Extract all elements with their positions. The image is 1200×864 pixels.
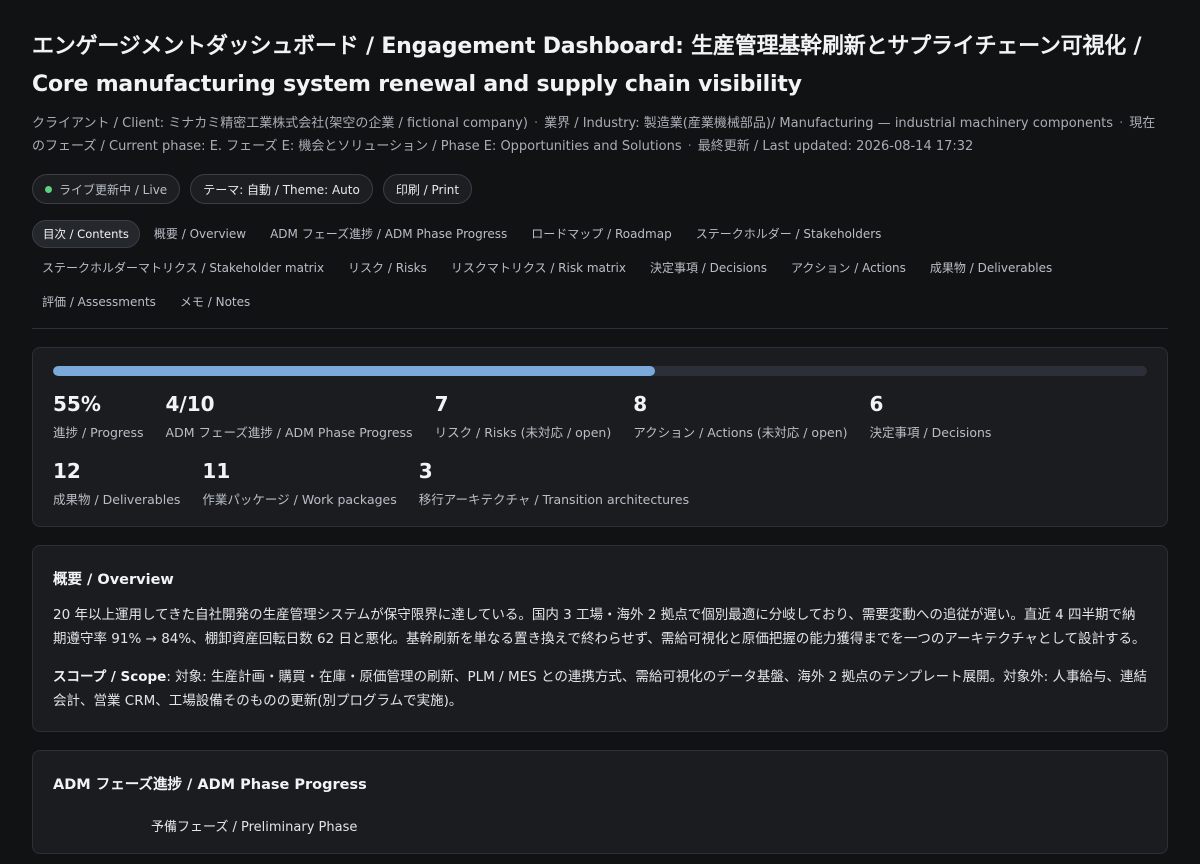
stat-value: 55% — [53, 392, 101, 416]
stat-label: 移行アーキテクチャ / Transition architectures — [418, 492, 690, 507]
meta-separator: · — [533, 116, 539, 131]
stat-value: 6 — [869, 392, 884, 416]
live-dot-icon — [45, 185, 52, 193]
adm-phase-row: 予備フェーズ / Preliminary Phase — [151, 820, 358, 835]
toc-overview[interactable]: 概要 / Overview — [144, 220, 256, 248]
toc-adm-phase-progress[interactable]: ADM フェーズ進捗 / ADM Phase Progress — [260, 220, 517, 248]
stat-label: 進捗 / Progress — [53, 425, 144, 440]
theme-toggle-button[interactable]: テーマ: 自動 / Theme: Auto — [190, 174, 373, 204]
client-info: クライアント / Client: ミナカミ精密工業株式会社(架空の企業 / fi… — [32, 116, 528, 131]
dashboard-page: エンゲージメントダッシュボード / Engagement Dashboard: … — [0, 0, 1200, 854]
progress-bar — [53, 366, 1147, 376]
stat-label: ADM フェーズ進捗 / ADM Phase Progress — [165, 425, 413, 440]
toc-stakeholders[interactable]: ステークホルダー / Stakeholders — [686, 220, 892, 248]
live-status-badge: ライブ更新中 / Live — [32, 174, 181, 204]
overview-title: 概要 / Overview — [53, 572, 174, 588]
toc-decisions[interactable]: 決定事項 / Decisions — [640, 254, 777, 282]
stat-actions: 8 アクション / Actions (未対応 / open) — [633, 392, 847, 441]
stat-value: 3 — [418, 459, 433, 483]
last-updated: 最終更新 / Last updated: 2026-08-14 17:32 — [697, 139, 974, 154]
stat-work-packages: 11 作業パッケージ / Work packages — [202, 459, 396, 508]
stat-value: 4/10 — [165, 392, 215, 416]
stat-adm-phase: 4/10 ADM フェーズ進捗 / ADM Phase Progress — [166, 392, 413, 441]
print-button[interactable]: 印刷 / Print — [382, 174, 473, 204]
stat-label: 決定事項 / Decisions — [869, 425, 992, 440]
header-actions: ライブ更新中 / Live テーマ: 自動 / Theme: Auto 印刷 /… — [32, 174, 1168, 204]
stat-value: 8 — [633, 392, 648, 416]
engagement-meta: クライアント / Client: ミナカミ精密工業株式会社(架空の企業 / fi… — [32, 112, 1168, 158]
meta-separator: · — [1119, 116, 1124, 131]
toc-risks[interactable]: リスク / Risks — [338, 254, 437, 282]
stat-risks: 7 リスク / Risks (未対応 / open) — [435, 392, 612, 441]
stats-grid: 55% 進捗 / Progress 4/10 ADM フェーズ進捗 / ADM … — [53, 392, 1147, 508]
stat-progress: 55% 進捗 / Progress — [53, 392, 144, 441]
stat-value: 11 — [202, 459, 231, 483]
stat-label: リスク / Risks (未対応 / open) — [434, 425, 612, 440]
table-of-contents: 目次 / Contents 概要 / Overview ADM フェーズ進捗 /… — [32, 220, 1168, 329]
toc-deliverables[interactable]: 成果物 / Deliverables — [920, 254, 1062, 282]
meta-separator: · — [687, 139, 692, 154]
overview-scope: スコープ / Scope: 対象: 生産計画・購買・在庫・原価管理の刷新、PLM… — [53, 665, 1147, 713]
stat-label: アクション / Actions (未対応 / open) — [633, 425, 848, 440]
stat-transition-architectures: 3 移行アーキテクチャ / Transition architectures — [419, 459, 689, 508]
scope-label: スコープ / Scope — [53, 669, 167, 685]
toc-stakeholder-matrix[interactable]: ステークホルダーマトリクス / Stakeholder matrix — [32, 254, 334, 282]
industry-info: 業界 / Industry: 製造業(産業機械部品)/ Manufacturin… — [544, 116, 1114, 131]
summary-card: 55% 進捗 / Progress 4/10 ADM フェーズ進捗 / ADM … — [32, 347, 1168, 527]
adm-progress-card: ADM フェーズ進捗 / ADM Phase Progress 予備フェーズ /… — [32, 750, 1168, 854]
progress-bar-fill — [53, 366, 655, 376]
live-label: ライブ更新中 / Live — [59, 182, 168, 197]
toc-risk-matrix[interactable]: リスクマトリクス / Risk matrix — [441, 254, 636, 282]
stat-deliverables: 12 成果物 / Deliverables — [53, 459, 180, 508]
overview-body: 20 年以上運用してきた自社開発の生産管理システムが保守限界に達している。国内 … — [53, 607, 1146, 647]
scope-text: : 対象: 生産計画・購買・在庫・原価管理の刷新、PLM / MES との連携方… — [53, 669, 1147, 709]
page-title: エンゲージメントダッシュボード / Engagement Dashboard: … — [32, 34, 1142, 97]
stat-label: 作業パッケージ / Work packages — [202, 492, 397, 507]
overview-card: 概要 / Overview 20 年以上運用してきた自社開発の生産管理システムが… — [32, 545, 1168, 732]
stat-decisions: 6 決定事項 / Decisions — [870, 392, 992, 441]
stat-value: 7 — [434, 392, 449, 416]
stat-label: 成果物 / Deliverables — [53, 492, 181, 507]
toc-roadmap[interactable]: ロードマップ / Roadmap — [521, 220, 681, 248]
toc-actions[interactable]: アクション / Actions — [781, 254, 916, 282]
adm-progress-title: ADM フェーズ進捗 / ADM Phase Progress — [53, 777, 367, 793]
stat-value: 12 — [53, 459, 81, 483]
toc-contents[interactable]: 目次 / Contents — [32, 220, 140, 248]
toc-notes[interactable]: メモ / Notes — [170, 288, 260, 316]
toc-assessments[interactable]: 評価 / Assessments — [32, 288, 166, 316]
